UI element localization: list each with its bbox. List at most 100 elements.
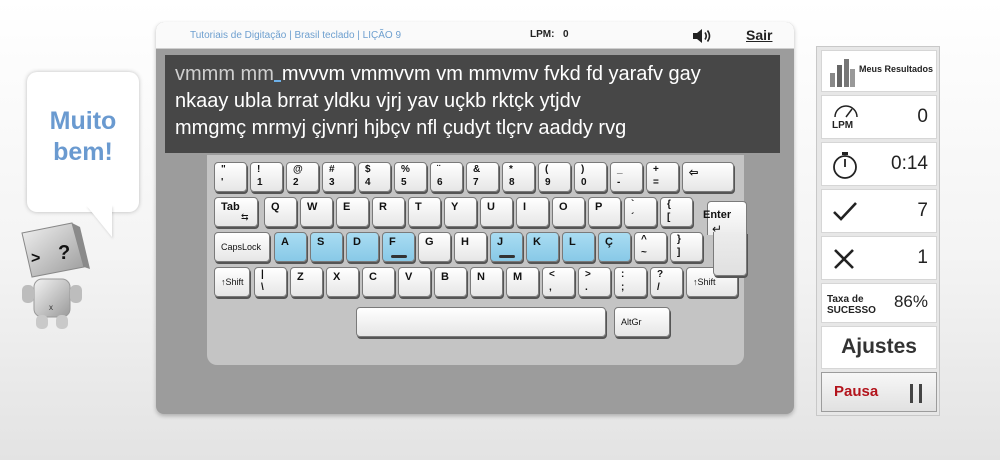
mascot-body-mark: x — [49, 303, 53, 312]
key-ç[interactable]: Ç — [598, 232, 631, 262]
key-y[interactable]: Y — [444, 197, 477, 227]
key-r1-3[interactable]: @2 — [286, 162, 319, 192]
top-bar: Tutoriais de Digitação | Brasil teclado … — [156, 22, 794, 49]
stopwatch-icon — [833, 152, 857, 179]
key-r2-12[interactable]: {[ — [660, 197, 693, 227]
key-r1-12[interactable]: _ - — [610, 162, 643, 192]
stat-correct: 7 — [821, 189, 937, 233]
feedback-message: Muito bem! — [49, 107, 117, 166]
remaining-text: mvvvm vmmvvm vm mmvmv fvkd fd yarafv gay — [281, 63, 701, 85]
key-p[interactable]: P — [588, 197, 621, 227]
key-r[interactable]: R — [372, 197, 405, 227]
mascot-robot: > ? x — [21, 222, 90, 329]
checkmark-icon — [833, 202, 857, 221]
key-r4-11[interactable]: :; — [614, 267, 647, 297]
cross-icon — [834, 249, 854, 269]
key-u[interactable]: U — [480, 197, 513, 227]
key-r1-11[interactable]: ) 0 — [574, 162, 607, 192]
key-x[interactable]: X — [326, 267, 359, 297]
success-rate-label: Taxa de SUCESSO — [827, 294, 876, 316]
stats-panel: Meus Resultados LPM 0 0:14 7 1 Taxa de S… — [816, 46, 940, 416]
exercise-line-3: mmgmç mrmyj çjvnrj hjbçv nfl çudyt tlçrv… — [175, 117, 627, 139]
breadcrumb[interactable]: Tutoriais de Digitação | Brasil teclado … — [190, 30, 401, 41]
feedback-bubble: Muito bem! — [27, 72, 139, 212]
key-n[interactable]: N — [470, 267, 503, 297]
mascot-face-right: ? — [58, 242, 70, 264]
pause-label: Pausa — [834, 383, 879, 400]
stat-lpm: LPM 0 — [821, 95, 937, 139]
key-left-shift[interactable]: ↑Shift — [214, 267, 250, 297]
key-h[interactable]: H — [454, 232, 487, 262]
lpm-stat-label: LPM — [832, 120, 854, 131]
key-f[interactable]: F — [382, 232, 415, 262]
typing-panel: Tutoriais de Digitação | Brasil teclado … — [156, 22, 794, 414]
key-m[interactable]: M — [506, 267, 539, 297]
key-r4-9[interactable]: <, — [542, 267, 575, 297]
key-r1-2[interactable]: ! 1 — [250, 162, 283, 192]
key-r1-8[interactable]: & 7 — [466, 162, 499, 192]
key-tab[interactable]: Tab ⇆ — [214, 197, 258, 227]
exercise-text: vmmm mm mvvvm vmmvvm vm mmvmv fvkd fd yar… — [165, 55, 780, 153]
settings-button[interactable]: Ajustes — [821, 326, 937, 369]
key-t[interactable]: T — [408, 197, 441, 227]
correct-value: 7 — [917, 200, 928, 221]
my-results[interactable]: Meus Resultados — [821, 50, 937, 92]
key-d[interactable]: D — [346, 232, 379, 262]
key-r1-1[interactable]: " ' — [214, 162, 247, 192]
key-r1-13[interactable]: + = — [646, 162, 679, 192]
exercise-line-2: nkaay ubla brrat yldku vjrj yav uçkb rkt… — [175, 90, 581, 112]
exit-link[interactable]: Sair — [746, 27, 772, 43]
key-r1-7[interactable]: ¨ 6 — [430, 162, 463, 192]
key-r4-12[interactable]: ? / — [650, 267, 683, 297]
key-c[interactable]: C — [362, 267, 395, 297]
key-l[interactable]: L — [562, 232, 595, 262]
key-w[interactable]: W — [300, 197, 333, 227]
key-altgr[interactable]: AltGr — [614, 307, 670, 337]
key-r1-9[interactable]: * 8 — [502, 162, 535, 192]
enter-arrow-icon: ↵ — [712, 222, 723, 236]
key-i[interactable]: I — [516, 197, 549, 227]
key-k[interactable]: K — [526, 232, 559, 262]
key-r4-10[interactable]: >. — [578, 267, 611, 297]
errors-value: 1 — [917, 247, 928, 268]
success-rate-value: 86% — [893, 292, 928, 311]
settings-label: Ajustes — [841, 335, 917, 358]
speedometer-icon — [834, 105, 858, 118]
key-r1-4[interactable]: #3 — [322, 162, 355, 192]
key-b[interactable]: B — [434, 267, 467, 297]
mascot-face-left: > — [31, 250, 40, 267]
key-r3-11[interactable]: ^ ~ — [634, 232, 667, 262]
typed-text: vmmm mm — [175, 63, 274, 85]
pause-button[interactable]: Pausa — [821, 372, 937, 412]
key-r1-10[interactable]: (9 — [538, 162, 571, 192]
stat-time: 0:14 — [821, 142, 937, 186]
stat-errors: 1 — [821, 236, 937, 280]
key-r2-11[interactable]: ` ´ — [624, 197, 657, 227]
key-s[interactable]: S — [310, 232, 343, 262]
home-bump — [498, 255, 515, 258]
speaker-icon[interactable] — [692, 28, 712, 44]
key-q[interactable]: Q — [264, 197, 297, 227]
key-r3-12[interactable]: }] — [670, 232, 703, 262]
bar-chart-icon — [830, 59, 855, 87]
key-r1-6[interactable]: % 5 — [394, 162, 427, 192]
key-enter-lower[interactable] — [713, 232, 747, 276]
key-r1-5[interactable]: $4 — [358, 162, 391, 192]
key-j[interactable]: J — [490, 232, 523, 262]
key-g[interactable]: G — [418, 232, 451, 262]
key-o[interactable]: O — [552, 197, 585, 227]
exercise-line-1: vmmm mm mvvvm vmmvvm vm mmvmv fvkd fd yar… — [175, 61, 780, 88]
key-v[interactable]: V — [398, 267, 431, 297]
results-label: Meus Resultados — [859, 64, 934, 74]
key-a[interactable]: A — [274, 232, 307, 262]
lpm-label: LPM: — [530, 29, 555, 40]
key-backspace[interactable]: ⇦ — [682, 162, 734, 192]
enter-label: Enter — [703, 209, 732, 221]
key-z[interactable]: Z — [290, 267, 323, 297]
home-bump — [390, 255, 407, 258]
key-e[interactable]: E — [336, 197, 369, 227]
key-capslock[interactable]: CapsLock — [214, 232, 270, 262]
key-r4-1[interactable]: | \ — [254, 267, 287, 297]
time-value: 0:14 — [891, 153, 928, 174]
key-space[interactable] — [356, 307, 606, 337]
